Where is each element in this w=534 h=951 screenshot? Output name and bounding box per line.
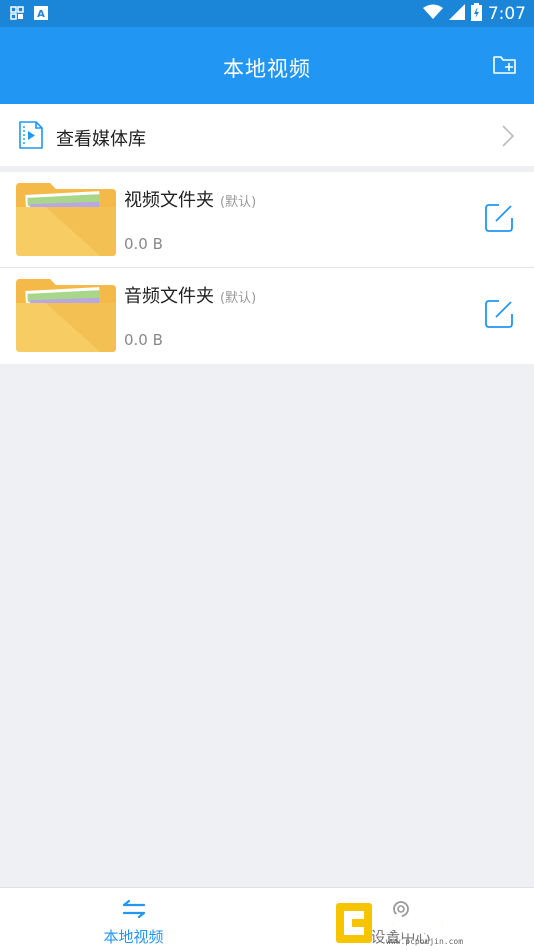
cellular-signal-icon <box>448 4 465 24</box>
watermark-logo: 吹金软件园 www.pcpoujin.com <box>336 903 499 946</box>
watermark: 吹金软件园 www.pcpoujin.com <box>334 899 528 951</box>
video-file-icon <box>19 121 43 149</box>
add-folder-button[interactable] <box>492 53 518 77</box>
folder-item-video[interactable]: 视频文件夹 (默认) 0.0 B <box>0 172 534 268</box>
page-title: 本地视频 <box>223 57 311 81</box>
media-library-row[interactable]: 查看媒体库 <box>0 104 534 166</box>
default-tag: (默认) <box>220 195 257 210</box>
default-tag: (默认) <box>220 291 257 306</box>
chevron-right-icon <box>502 125 514 147</box>
wifi-icon <box>422 4 443 24</box>
status-time: 7:07 <box>487 4 526 24</box>
keyboard-a-icon: A <box>34 5 48 24</box>
folder-name: 音频文件夹 (默认) <box>124 286 257 307</box>
folder-size: 0.0 B <box>124 331 163 349</box>
edit-icon[interactable] <box>484 299 514 329</box>
nav-tab-local-video[interactable]: 本地视频 <box>0 888 267 951</box>
media-library-label: 查看媒体库 <box>56 129 146 150</box>
nav-label: 本地视频 <box>103 928 164 946</box>
status-bar: A 7:07 <box>0 0 534 27</box>
watermark-url: www.pcpoujin.com <box>386 937 463 946</box>
folder-item-audio[interactable]: 音频文件夹 (默认) 0.0 B <box>0 268 534 364</box>
folder-name: 视频文件夹 (默认) <box>124 190 257 211</box>
add-folder-icon <box>493 56 516 74</box>
watermark-text: 吹金软件园 <box>378 909 498 937</box>
app-bar: 本地视频 <box>0 27 534 104</box>
battery-icon <box>470 3 482 25</box>
folder-icon <box>16 183 116 256</box>
notification-app-icon <box>10 5 24 24</box>
folder-icon <box>16 279 116 352</box>
swap-arrows-icon <box>122 899 145 919</box>
edit-icon[interactable] <box>484 203 514 233</box>
folder-list: 视频文件夹 (默认) 0.0 B 音频文件夹 (默认) 0.0 B <box>0 172 534 364</box>
folder-size: 0.0 B <box>124 235 163 253</box>
svg-text:A: A <box>37 9 45 20</box>
